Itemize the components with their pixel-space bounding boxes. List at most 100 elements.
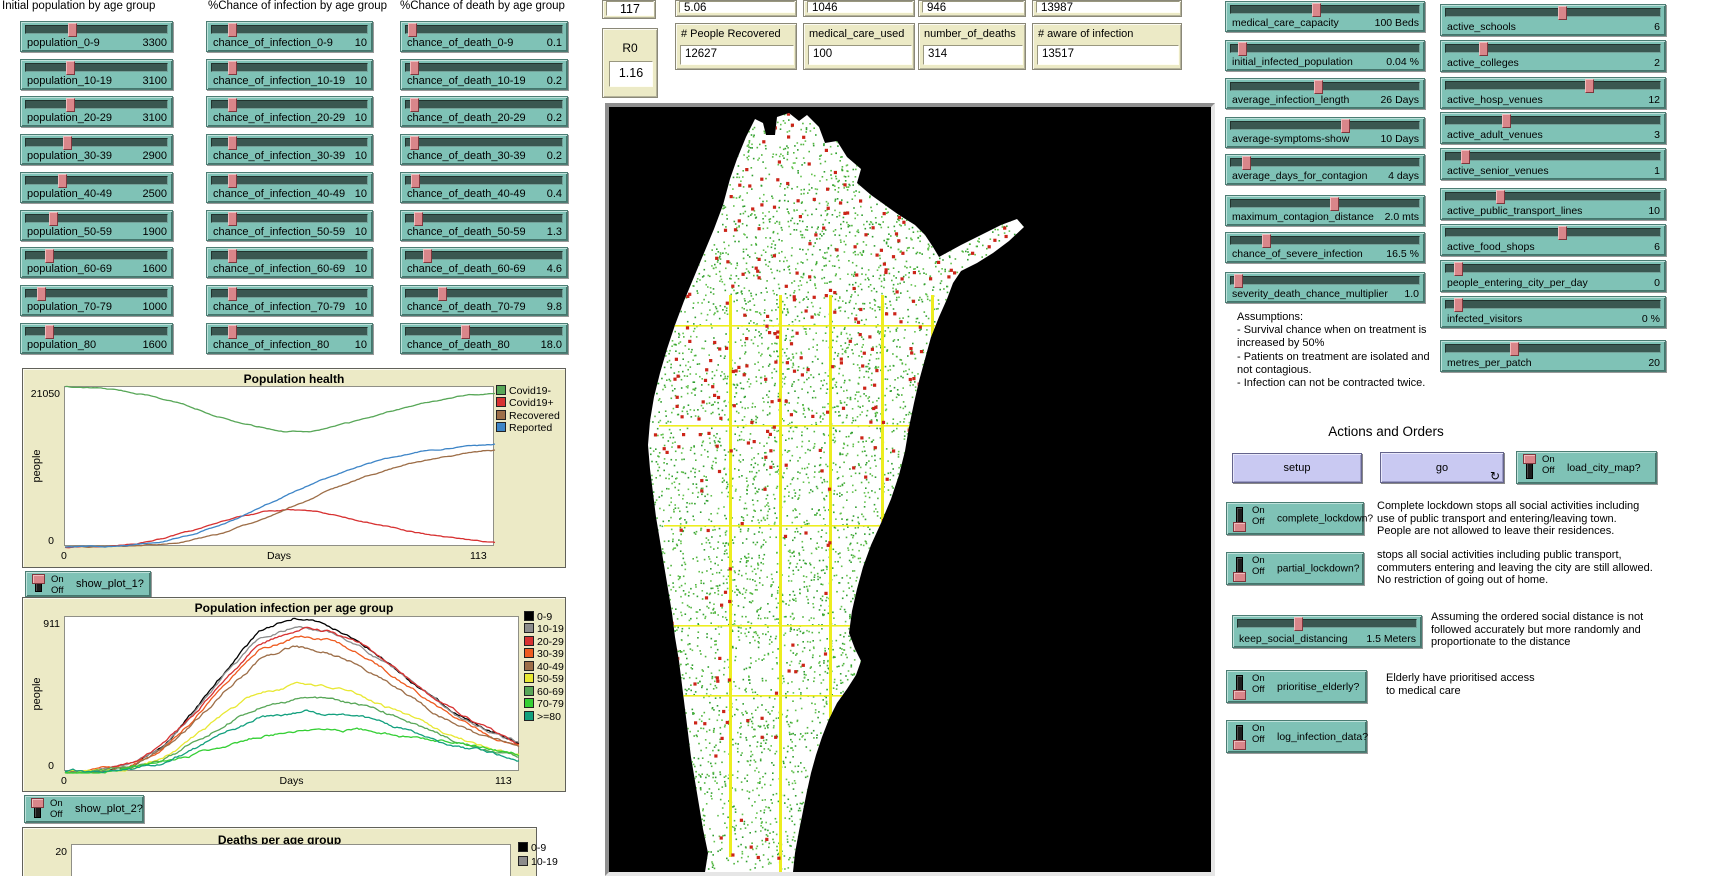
slider-knob[interactable] xyxy=(461,325,470,339)
go-button[interactable]: go ↻ xyxy=(1380,452,1504,483)
slider-knob[interactable] xyxy=(45,249,54,263)
slider-track[interactable] xyxy=(405,138,563,147)
slider-track[interactable] xyxy=(405,100,563,109)
partial-lockdown-switch[interactable]: OnOffpartial_lockdown? xyxy=(1226,552,1364,585)
chance-of-death-10-19-slider[interactable]: chance_of_death_10-190.2 xyxy=(400,59,568,90)
slider-track[interactable] xyxy=(405,327,563,336)
slider-knob[interactable] xyxy=(1238,42,1247,56)
slider-track[interactable] xyxy=(1230,199,1420,208)
slider-track[interactable] xyxy=(1230,158,1420,167)
chance-of-severe-infection-slider[interactable]: chance_of_severe_infection16.5 % xyxy=(1225,232,1425,263)
slider-knob[interactable] xyxy=(1496,190,1505,204)
keep-social-distancing-slider[interactable]: keep_social_distancing1.5 Meters xyxy=(1232,615,1422,648)
chance-of-infection-60-69-slider[interactable]: chance_of_infection_60-6910 xyxy=(206,247,373,278)
slider-knob[interactable] xyxy=(1330,197,1339,211)
slider-knob[interactable] xyxy=(1454,262,1463,276)
people-entering-city-per-day-slider[interactable]: people_entering_city_per_day0 xyxy=(1440,260,1666,292)
slider-knob[interactable] xyxy=(228,249,237,263)
show-plot-2-switch[interactable]: OnOffshow_plot_2? xyxy=(24,795,144,823)
slider-knob[interactable] xyxy=(414,212,423,226)
chance-of-infection-30-39-slider[interactable]: chance_of_infection_30-3910 xyxy=(206,134,373,165)
population-80-slider[interactable]: population_801600 xyxy=(20,323,173,354)
switch-knob[interactable] xyxy=(1523,454,1536,464)
slider-knob[interactable] xyxy=(228,136,237,150)
slider-knob[interactable] xyxy=(1312,3,1321,17)
slider-track[interactable] xyxy=(1445,344,1661,353)
slider-track[interactable] xyxy=(25,100,168,109)
slider-track[interactable] xyxy=(1445,228,1661,237)
active-schools-slider[interactable]: active_schools6 xyxy=(1440,4,1666,36)
slider-track[interactable] xyxy=(1445,264,1661,273)
slider-track[interactable] xyxy=(405,25,563,34)
slider-knob[interactable] xyxy=(1234,274,1243,288)
switch-knob[interactable] xyxy=(1233,522,1246,532)
slider-track[interactable] xyxy=(405,289,563,298)
slider-knob[interactable] xyxy=(1341,119,1350,133)
slider-knob[interactable] xyxy=(1479,42,1488,56)
slider-knob[interactable] xyxy=(1314,80,1323,94)
slider-knob[interactable] xyxy=(228,174,237,188)
active-public-transport-lines-slider[interactable]: active_public_transport_lines10 xyxy=(1440,188,1666,220)
slider-track[interactable] xyxy=(405,214,563,223)
slider-knob[interactable] xyxy=(410,98,419,112)
slider-knob[interactable] xyxy=(58,174,67,188)
medical-care-capacity-slider[interactable]: medical_care_capacity100 Beds xyxy=(1225,1,1425,32)
active-colleges-slider[interactable]: active_colleges2 xyxy=(1440,40,1666,72)
chance-of-infection-0-9-slider[interactable]: chance_of_infection_0-910 xyxy=(206,21,373,52)
slider-track[interactable] xyxy=(1230,44,1420,53)
chance-of-infection-50-59-slider[interactable]: chance_of_infection_50-5910 xyxy=(206,210,373,241)
chance-of-death-50-59-slider[interactable]: chance_of_death_50-591.3 xyxy=(400,210,568,241)
slider-track[interactable] xyxy=(25,63,168,72)
infected-visitors-slider[interactable]: infected_visitors0 % xyxy=(1440,296,1666,328)
chance-of-death-60-69-slider[interactable]: chance_of_death_60-694.6 xyxy=(400,247,568,278)
population-20-29-slider[interactable]: population_20-293100 xyxy=(20,96,173,127)
chance-of-infection-20-29-slider[interactable]: chance_of_infection_20-2910 xyxy=(206,96,373,127)
slider-track[interactable] xyxy=(1445,192,1661,201)
slider-knob[interactable] xyxy=(410,61,419,75)
slider-knob[interactable] xyxy=(37,287,46,301)
slider-track[interactable] xyxy=(25,25,168,34)
slider-knob[interactable] xyxy=(408,23,417,37)
slider-track[interactable] xyxy=(405,176,563,185)
slider-track[interactable] xyxy=(405,63,563,72)
slider-track[interactable] xyxy=(25,138,168,147)
slider-knob[interactable] xyxy=(66,61,75,75)
slider-track[interactable] xyxy=(1445,116,1661,125)
slider-knob[interactable] xyxy=(1558,6,1567,20)
chance-of-infection-80-slider[interactable]: chance_of_infection_8010 xyxy=(206,323,373,354)
slider-knob[interactable] xyxy=(49,212,58,226)
slider-knob[interactable] xyxy=(45,325,54,339)
slider-knob[interactable] xyxy=(228,23,237,37)
show-plot-1-switch[interactable]: OnOffshow_plot_1? xyxy=(25,571,151,597)
chance-of-death-40-49-slider[interactable]: chance_of_death_40-490.4 xyxy=(400,172,568,203)
population-40-49-slider[interactable]: population_40-492500 xyxy=(20,172,173,203)
slider-track[interactable] xyxy=(1445,44,1661,53)
slider-track[interactable] xyxy=(25,176,168,185)
population-50-59-slider[interactable]: population_50-591900 xyxy=(20,210,173,241)
slider-knob[interactable] xyxy=(228,212,237,226)
severity-death-chance-multiplier-slider[interactable]: severity_death_chance_multiplier1.0 xyxy=(1225,272,1425,303)
slider-track[interactable] xyxy=(1445,300,1661,309)
active-hosp-venues-slider[interactable]: active_hosp_venues12 xyxy=(1440,77,1666,109)
average-days-for-contagion-slider[interactable]: average_days_for_contagion4 days xyxy=(1225,154,1425,185)
complete-lockdown-switch[interactable]: OnOffcomplete_lockdown? xyxy=(1226,502,1364,535)
slider-knob[interactable] xyxy=(423,249,432,263)
chance-of-death-80-slider[interactable]: chance_of_death_8018.0 xyxy=(400,323,568,354)
active-food-shops-slider[interactable]: active_food_shops6 xyxy=(1440,224,1666,256)
load-city-map-switch[interactable]: OnOffload_city_map? xyxy=(1516,451,1657,484)
population-60-69-slider[interactable]: population_60-691600 xyxy=(20,247,173,278)
slider-track[interactable] xyxy=(1230,82,1420,91)
slider-knob[interactable] xyxy=(63,136,72,150)
slider-track[interactable] xyxy=(25,289,168,298)
switch-knob[interactable] xyxy=(1233,740,1246,750)
average-symptoms-show-slider[interactable]: average-symptoms-show10 Days xyxy=(1225,117,1425,148)
chance-of-infection-70-79-slider[interactable]: chance_of_infection_70-7910 xyxy=(206,285,373,316)
chance-of-infection-40-49-slider[interactable]: chance_of_infection_40-4910 xyxy=(206,172,373,203)
prioritise-elderly-switch[interactable]: OnOffprioritise_elderly? xyxy=(1226,670,1367,703)
slider-knob[interactable] xyxy=(1502,114,1511,128)
switch-knob[interactable] xyxy=(31,798,44,808)
slider-knob[interactable] xyxy=(1558,226,1567,240)
slider-track[interactable] xyxy=(1230,236,1420,245)
setup-button[interactable]: setup xyxy=(1232,453,1362,483)
population-30-39-slider[interactable]: population_30-392900 xyxy=(20,134,173,165)
